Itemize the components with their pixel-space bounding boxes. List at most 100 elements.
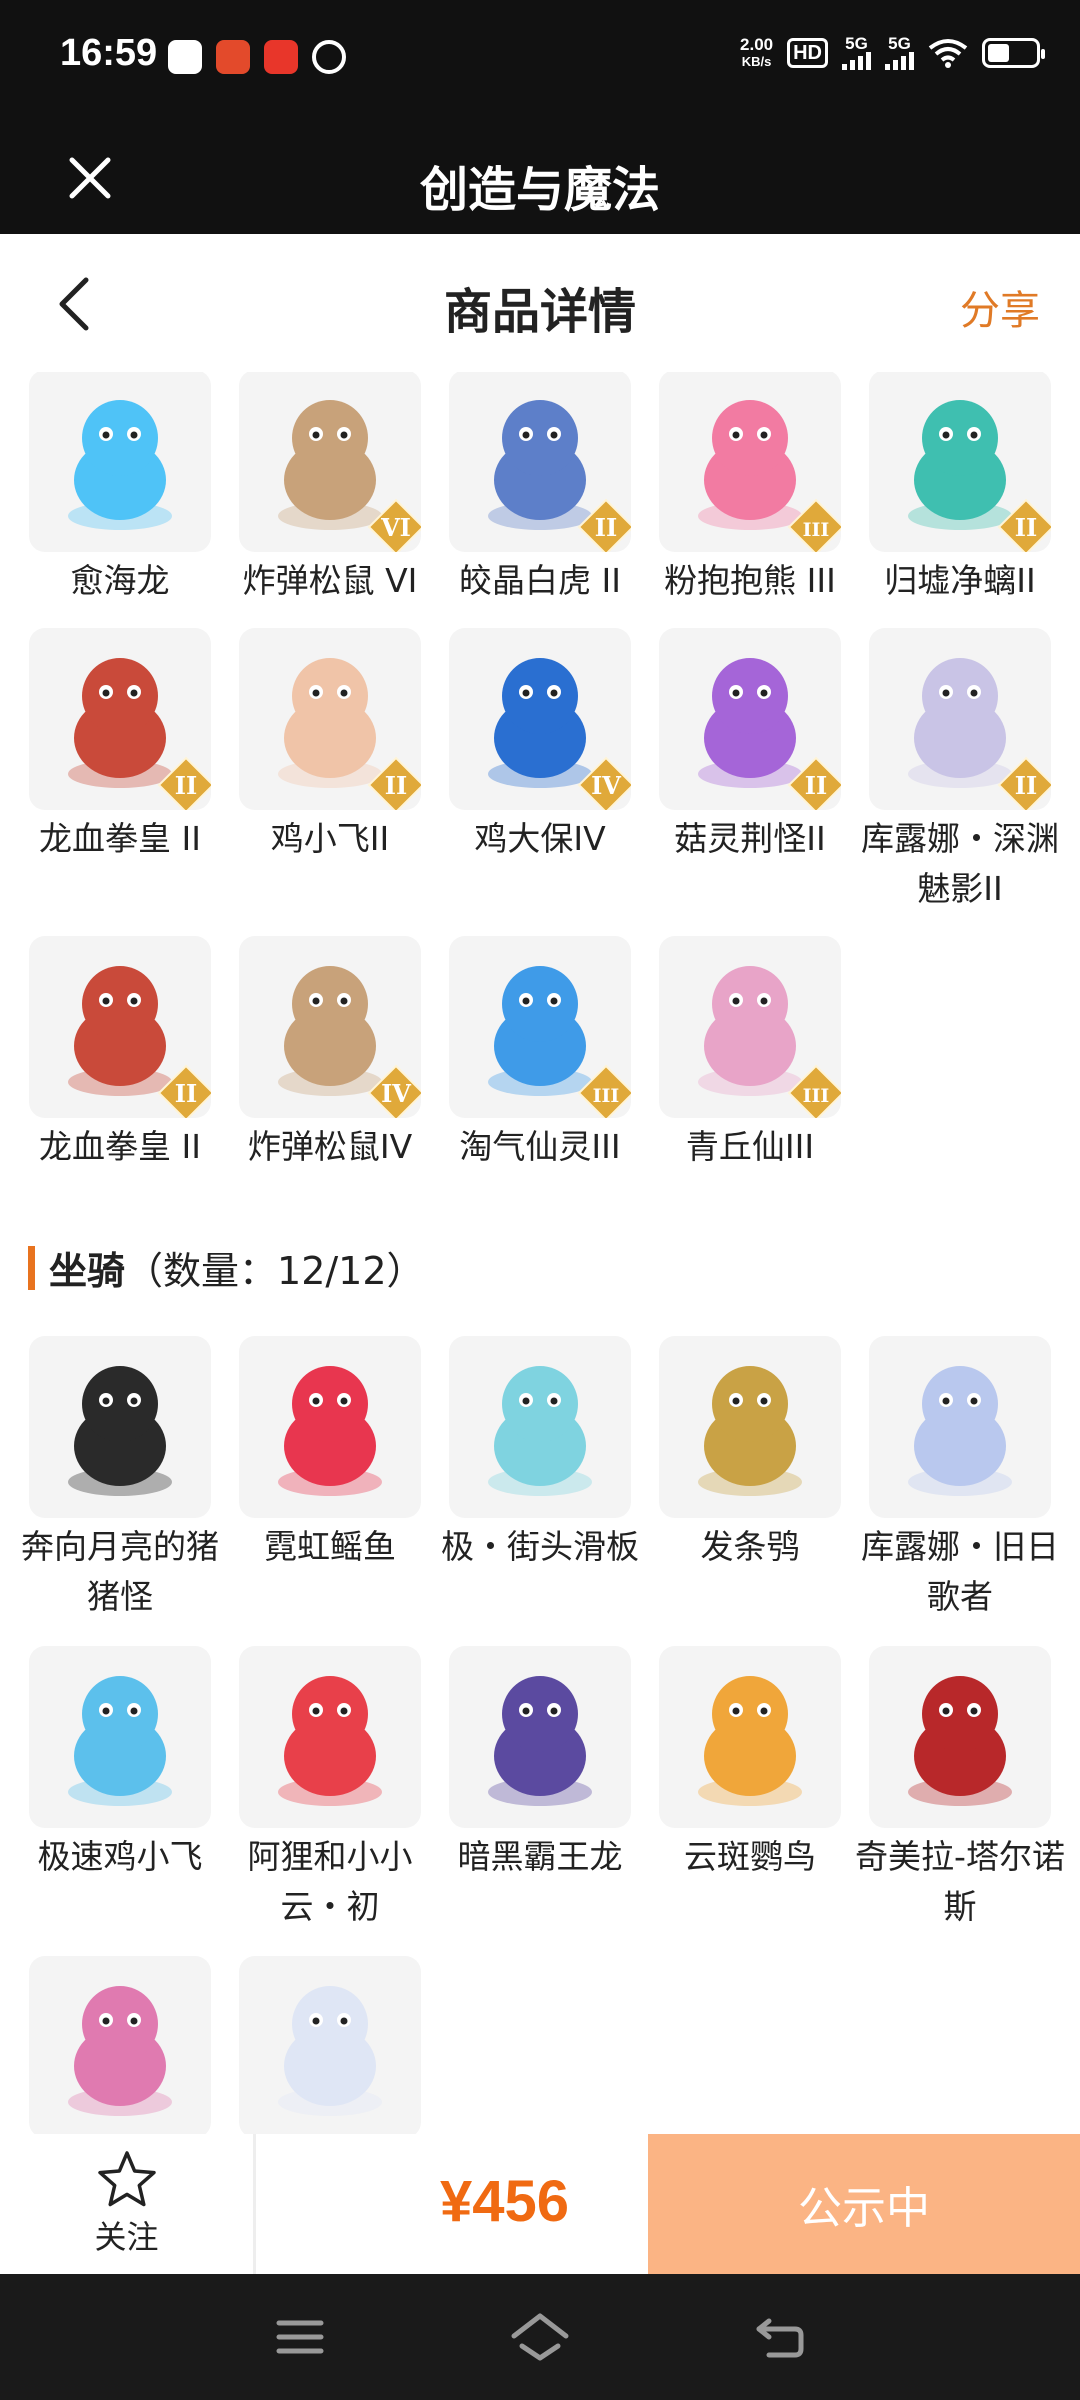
status-bar: 16:59 2.00 KB/s HD 5G 5G [0,0,1080,120]
rank-badge-icon: III [773,484,841,552]
pet-item[interactable]: II 菇灵荆怪II [659,628,841,864]
dragon-blood-boxer-icon: II [29,936,211,1118]
chimera-icon [869,1646,1051,1828]
mount-item[interactable]: 库露娜・旧日歌者 [861,1336,1059,1622]
pet-item[interactable]: II 鸡小飞II [239,628,421,864]
system-nav-bar [0,2274,1080,2400]
page-title: 商品详情 [443,284,636,340]
mount-item[interactable]: 霓虹鳐鱼 [239,1336,421,1572]
hd-badge: HD [787,38,828,68]
section-accent-bar [28,1245,35,1290]
mushroom-spirit-icon: II [659,628,841,810]
pet-name: 菇灵荆怪II [674,819,826,858]
bomb-squirrel-icon: IV [239,936,421,1118]
follow-button[interactable]: 关注 [0,2134,256,2274]
mount-item[interactable]: 奔向月亮的猪猪怪 [21,1336,219,1622]
pet-item[interactable]: III 淘气仙灵III [449,936,631,1172]
pet-item[interactable]: III 青丘仙III [659,936,841,1172]
pet-item[interactable]: IV 鸡大保IV [449,628,631,864]
battery-icon [982,38,1045,68]
pet-name: 炸弹松鼠 VI [242,561,418,600]
rank-badge-icon: IV [563,742,631,810]
game-app-icon [216,40,250,74]
bomb-squirrel-icon: VI [239,370,421,552]
jade-dragon-icon: II [869,370,1051,552]
pet-item[interactable]: II 库露娜・深渊魅影II [861,628,1059,914]
page-header: 商品详情 分享 [0,234,1080,372]
rank-badge-icon: III [563,1050,631,1118]
signal-1-icon: 5G [842,35,871,70]
pet-item[interactable]: IV 炸弹松鼠IV [239,936,421,1172]
svg-text:IV: IV [591,771,621,800]
section-title: 坐骑 [49,1249,126,1293]
rank-badge-icon: II [983,484,1051,552]
rank-badge-icon: III [773,1050,841,1118]
mount-item[interactable]: 阿狸和小小云・初 [239,1646,421,1932]
mount-item[interactable] [239,1956,421,2138]
rank-badge-icon: VI [353,484,421,552]
svg-text:III: III [593,1085,620,1107]
price: ¥456 [440,2169,570,2234]
pet-item[interactable]: III 粉抱抱熊 III [659,370,841,606]
share-button[interactable]: 分享 [960,278,1040,336]
svg-text:III: III [803,1085,830,1107]
rank-badge-icon: IV [353,1050,421,1118]
title-bar: 创造与魔法 [0,120,1080,234]
pet-item[interactable]: II 皎晶白虎 II [449,370,631,606]
svg-text:VI: VI [380,513,411,542]
mount-item[interactable] [29,1956,211,2138]
mount-item[interactable]: 极・街头滑板 [441,1336,639,1572]
pet-item[interactable]: VI 炸弹松鼠 VI [239,370,421,606]
mount-item[interactable]: 奇美拉-塔尔诺斯 [855,1646,1065,1932]
mount-name: 库露娜・旧日歌者 [861,1527,1059,1616]
net-speed: 2.00 KB/s [740,36,773,70]
pet-item[interactable]: II 龙血拳皇 II [29,936,211,1172]
pet-name: 淘气仙灵III [459,1127,621,1166]
pet-name: 归墟净螭II [884,561,1036,600]
mount-item[interactable]: 极速鸡小飞 [29,1646,211,1882]
signal-2-label: 5G [888,34,911,53]
rank-badge-icon: II [983,742,1051,810]
mount-name: 极・街头滑板 [441,1527,639,1566]
menu-button[interactable] [260,2304,340,2370]
battery-level [988,44,1009,62]
rank-badge-icon: II [143,1050,211,1118]
home-button[interactable] [500,2304,580,2370]
dragon-blood-boxer-icon: II [29,628,211,810]
star-icon [97,2151,156,2207]
mounts-section-header: 坐骑 （数量：12/12） [28,1240,425,1295]
pink-bear-icon: III [659,370,841,552]
cloud-parrot-icon [659,1646,841,1828]
white-fox-icon [239,1956,421,2138]
mount-item[interactable]: 暗黑霸王龙 [449,1646,631,1882]
mount-name: 云斑鹦鸟 [684,1837,816,1876]
kuluna-abyss-icon: II [869,628,1051,810]
mount-name: 奔向月亮的猪猪怪 [21,1527,219,1616]
mount-name: 极速鸡小飞 [37,1837,203,1876]
action-bar: 关注 ¥456 公示中 [0,2134,1080,2274]
mount-item[interactable]: 云斑鹦鸟 [659,1646,841,1882]
pet-name: 愈海龙 [70,561,170,600]
neon-ray-icon [239,1336,421,1518]
fast-chick-icon [29,1646,211,1828]
mount-item[interactable]: 发条鸮 [659,1336,841,1572]
net-speed-unit: KB/s [741,54,772,69]
pet-name: 粉抱抱熊 III [664,561,836,600]
mount-name: 奇美拉-塔尔诺斯 [855,1837,1065,1926]
svg-text:II: II [1015,771,1037,800]
net-speed-value: 2.00 [740,35,774,54]
back-nav-button[interactable] [740,2304,820,2370]
pet-item[interactable]: 愈海龙 [29,370,211,606]
status-indicators: 2.00 KB/s HD 5G 5G [740,34,1045,70]
product-detail-content[interactable]: 坐骑 （数量：12/12） 愈海龙 VI 炸弹松鼠 VI II 皎晶白虎 II III 粉抱… [0,234,1080,2274]
link-app-icon [312,40,346,74]
pet-item[interactable]: II 龙血拳皇 II [29,628,211,864]
pet-item[interactable]: II 归墟净螭II [869,370,1051,606]
follow-label: 关注 [94,2218,159,2256]
big-chick-icon: IV [449,628,631,810]
svg-text:II: II [595,513,617,542]
publicity-status-button[interactable]: 公示中 [648,2134,1080,2274]
mount-name: 阿狸和小小云・初 [247,1837,413,1926]
signal-2-icon: 5G [885,34,914,70]
sea-dragon-icon [29,370,211,552]
